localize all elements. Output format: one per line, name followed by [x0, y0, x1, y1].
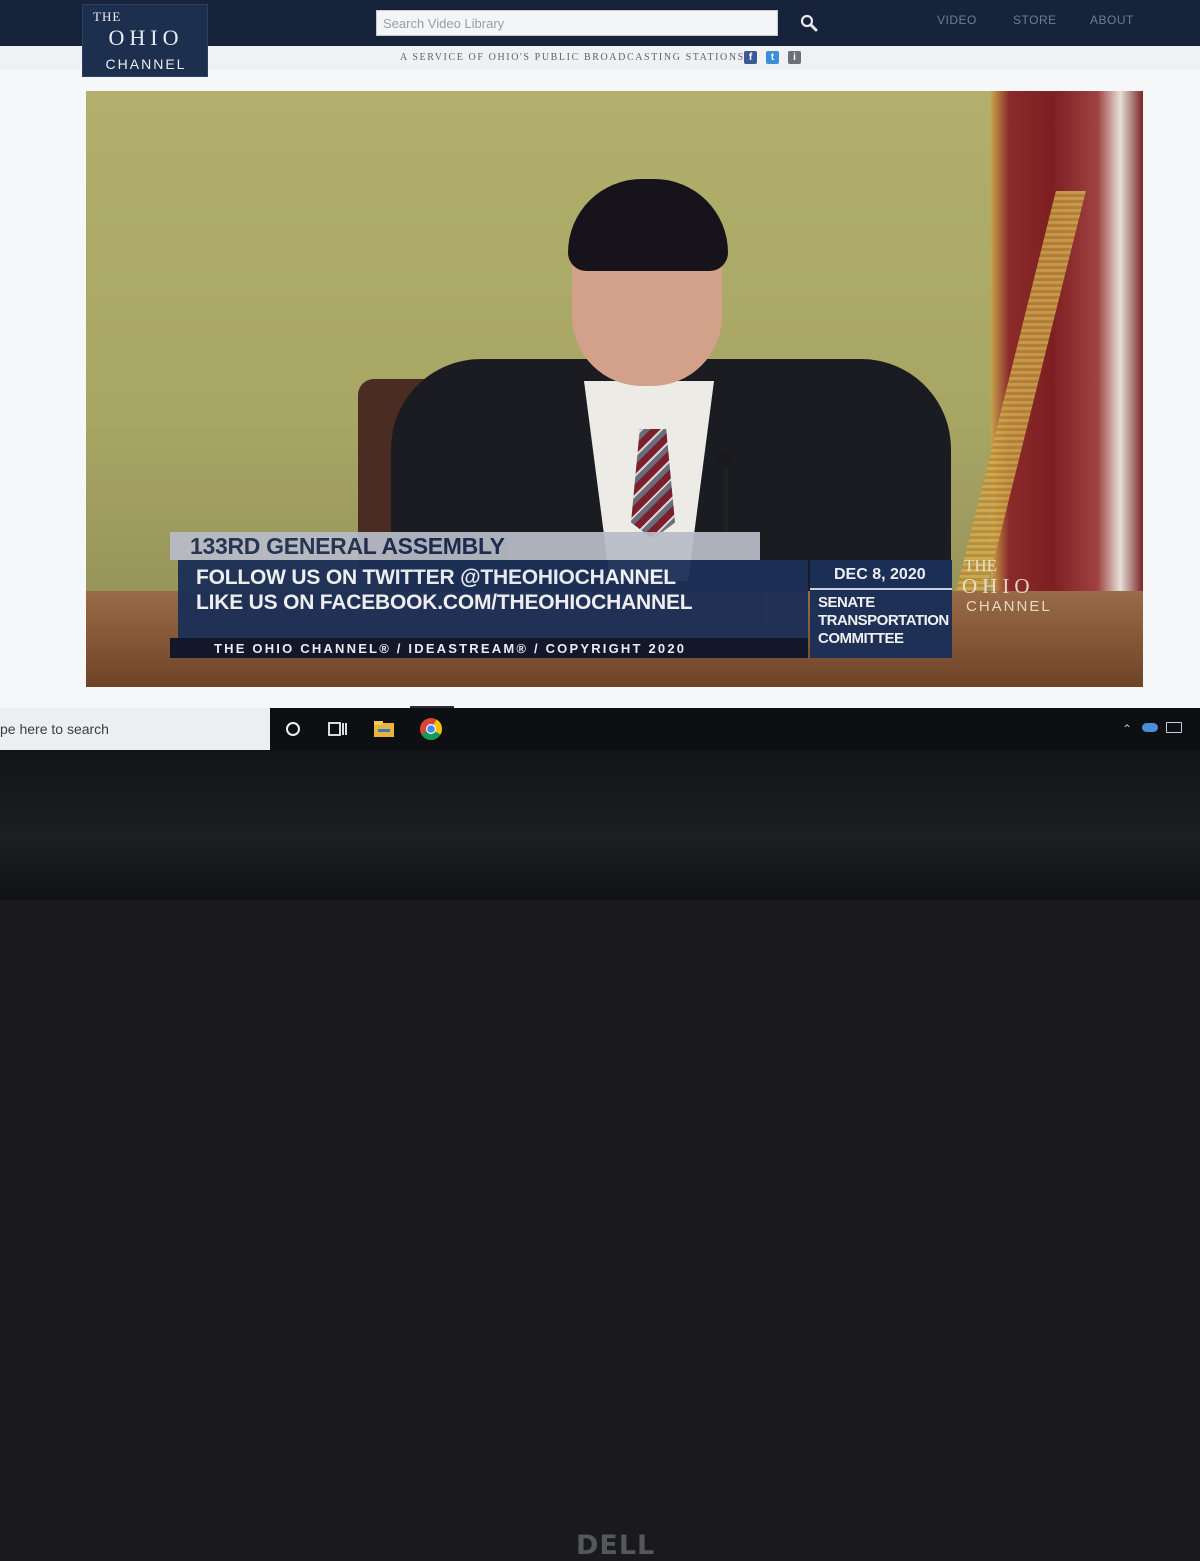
- logo-line-3: CHANNEL: [105, 56, 187, 72]
- onedrive-icon[interactable]: [1142, 723, 1158, 732]
- date-committee-box: DEC 8, 2020 SENATE TRANSPORTATION COMMIT…: [810, 560, 952, 658]
- broadcast-date: DEC 8, 2020: [834, 566, 926, 583]
- microphone-head: [718, 453, 732, 467]
- search-icon: [800, 14, 818, 32]
- dell-logo: DELL: [576, 1530, 656, 1561]
- twitter-icon[interactable]: t: [766, 51, 779, 64]
- ohio-channel-logo[interactable]: THE OHIO CHANNEL: [82, 4, 208, 77]
- nav-video[interactable]: VIDEO: [937, 13, 977, 27]
- copyright-text: THE OHIO CHANNEL® / IDEASTREAM® / COPYRI…: [214, 641, 687, 656]
- chrome-icon[interactable]: [412, 714, 450, 744]
- search-input[interactable]: [376, 10, 778, 36]
- laptop-bezel: DELL: [0, 750, 1200, 1561]
- watermark-line-2: OHIO: [962, 574, 1035, 598]
- follow-facebook: LIKE US ON FACEBOOK.COM/THEOHIOCHANNEL: [196, 591, 693, 614]
- logo-line-1: THE: [93, 9, 122, 24]
- tagline: A SERVICE OF OHIO'S PUBLIC BROADCASTING …: [400, 52, 745, 63]
- committee-line-2: TRANSPORTATION: [818, 612, 949, 629]
- video-player[interactable]: 133RD GENERAL ASSEMBLY FOLLOW US ON TWIT…: [86, 91, 1143, 687]
- windows-taskbar: pe here to search ⌃: [0, 708, 1200, 750]
- task-view-icon[interactable]: [318, 714, 356, 744]
- assembly-bar: 133RD GENERAL ASSEMBLY: [170, 532, 760, 560]
- date-divider: [810, 588, 952, 590]
- committee-line-3: COMMITTEE: [818, 630, 904, 647]
- taskbar-search-text: pe here to search: [0, 721, 109, 737]
- flag: [991, 91, 1143, 601]
- taskbar-search[interactable]: pe here to search: [0, 708, 270, 750]
- screen: VIDEO STORE ABOUT THE OHIO CHANNEL A SER…: [0, 0, 1200, 750]
- channel-watermark: THE OHIO CHANNEL: [962, 556, 1082, 626]
- cortana-icon[interactable]: [274, 714, 312, 744]
- facebook-icon[interactable]: f: [744, 51, 757, 64]
- follow-twitter: FOLLOW US ON TWITTER @THEOHIOCHANNEL: [196, 566, 676, 589]
- microphone: [724, 459, 728, 539]
- committee-line-1: SENATE: [818, 594, 875, 611]
- watermark-line-3: CHANNEL: [966, 598, 1052, 615]
- instagram-icon[interactable]: i: [788, 51, 801, 64]
- file-explorer-icon[interactable]: [365, 714, 403, 744]
- assembly-title: 133RD GENERAL ASSEMBLY: [190, 533, 505, 559]
- nav-about[interactable]: ABOUT: [1090, 13, 1134, 27]
- battery-icon[interactable]: [1166, 722, 1182, 733]
- copyright-bar: THE OHIO CHANNEL® / IDEASTREAM® / COPYRI…: [170, 638, 808, 658]
- follow-box: FOLLOW US ON TWITTER @THEOHIOCHANNEL LIK…: [178, 560, 808, 638]
- chevron-up-icon[interactable]: ⌃: [1122, 722, 1132, 736]
- lower-third: 133RD GENERAL ASSEMBLY FOLLOW US ON TWIT…: [170, 532, 808, 658]
- watermark-line-1: THE: [964, 556, 998, 575]
- nav-store[interactable]: STORE: [1013, 13, 1057, 27]
- logo-line-2: OHIO: [108, 25, 184, 50]
- search-button[interactable]: [794, 10, 824, 36]
